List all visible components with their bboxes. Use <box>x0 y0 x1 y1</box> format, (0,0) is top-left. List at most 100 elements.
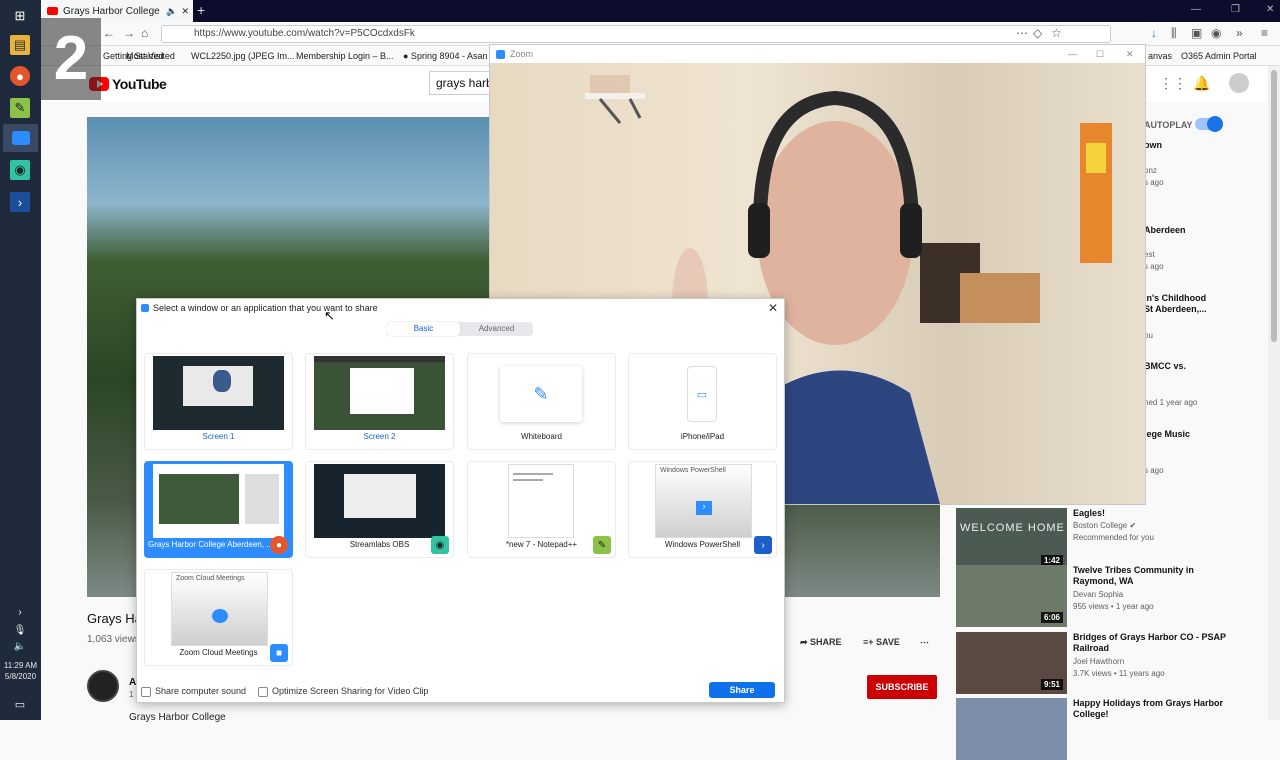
share-tile-whiteboard[interactable]: ✎ Whiteboard <box>467 353 616 450</box>
sidebar-title-fragment[interactable]: Aberdeen <box>1144 225 1186 235</box>
zoom-titlebar[interactable]: Zoom — ☐ ✕ <box>490 45 1145 63</box>
sidebar-icon[interactable]: ▣ <box>1191 26 1202 40</box>
sidebar-title-fragment[interactable]: in's Childhood <box>1144 293 1206 303</box>
downloads-icon[interactable]: ↓ <box>1151 26 1157 40</box>
autoplay-toggle[interactable] <box>1195 116 1223 132</box>
tab-close-icon[interactable]: ✕ <box>181 6 189 17</box>
close-icon[interactable]: ✕ <box>768 301 778 315</box>
more-actions-icon[interactable]: ⋯ <box>920 637 929 648</box>
notepad-plus-icon[interactable]: ✎ <box>10 98 30 118</box>
share-action[interactable]: ➦ SHARE <box>800 637 842 648</box>
pencil-icon: ✎ <box>500 366 582 422</box>
share-tile-screen-2[interactable]: Screen 2 <box>305 353 454 450</box>
windows-start-icon[interactable]: ⊞ <box>10 6 30 26</box>
account-icon[interactable]: ◉ <box>1211 26 1221 40</box>
optimize-video-label[interactable]: Optimize Screen Sharing for Video Clip <box>272 686 428 696</box>
recommendation-title[interactable]: Happy Holidays from Grays Harbor College… <box>1073 698 1233 720</box>
file-explorer-icon[interactable]: ▤ <box>10 35 30 55</box>
recommendation-channel[interactable]: Joel Hawthorn <box>1073 657 1124 666</box>
user-avatar[interactable] <box>1229 73 1249 93</box>
firefox-icon[interactable]: ● <box>10 66 30 86</box>
share-tile-notepad[interactable]: *new 7 - Notepad++ ✎ <box>467 461 616 558</box>
channel-name[interactable]: Grays Harbor College <box>129 712 226 723</box>
save-action[interactable]: ≡+ SAVE <box>863 637 900 647</box>
tile-label: Screen 2 <box>363 432 396 441</box>
bookmark-star-icon[interactable]: ☆ <box>1051 26 1062 40</box>
tab-advanced[interactable]: Advanced <box>460 322 533 336</box>
share-tile-zoom[interactable]: Zoom Cloud Meetings Zoom Cloud Meetings … <box>144 569 293 666</box>
close-window-icon[interactable]: ✕ <box>1266 4 1274 15</box>
maximize-icon[interactable]: ☐ <box>1096 45 1104 63</box>
scrollbar-thumb[interactable] <box>1271 70 1277 342</box>
recommendation-title[interactable]: Eagles! <box>1073 508 1233 519</box>
new-tab-button[interactable]: + <box>197 2 205 18</box>
share-tile-firefox-window[interactable]: Grays Harbor College Aberdeen, ... ● <box>144 461 293 558</box>
share-sound-checkbox[interactable] <box>141 687 151 697</box>
library-icon[interactable]: ⫼ <box>1171 26 1177 41</box>
streamlabs-icon[interactable]: ◉ <box>10 160 30 180</box>
page-actions-icon[interactable]: ⋯ <box>1016 26 1028 40</box>
bookmark-item[interactable]: ● Spring 8904 - Asan <box>403 51 488 61</box>
dialog-footer: Share computer sound Optimize Screen Sha… <box>137 681 784 703</box>
hamburger-menu-icon[interactable]: ≡ <box>1261 26 1268 40</box>
zoom-taskbar-icon[interactable] <box>3 124 38 152</box>
youtube-logo-text: YouTube <box>112 76 167 92</box>
recommendation-thumbnail[interactable]: 9:51 <box>956 632 1067 694</box>
share-sound-label[interactable]: Share computer sound <box>155 686 246 696</box>
recommendation-meta: 3.7K views • 11 years ago <box>1073 669 1165 678</box>
maximize-icon[interactable]: ❐ <box>1231 4 1240 15</box>
tab-audio-icon[interactable]: 🔈 <box>166 6 177 17</box>
minimize-icon[interactable]: — <box>1191 4 1201 15</box>
share-button[interactable]: Share <box>709 682 775 698</box>
bell-icon[interactable]: 🔔 <box>1193 75 1210 92</box>
recommendation-title[interactable]: Bridges of Grays Harbor CO - PSAP Railro… <box>1073 632 1233 654</box>
sidebar-title-fragment[interactable]: own <box>1144 140 1162 150</box>
recommendation-channel[interactable]: Devan Sophia <box>1073 590 1123 599</box>
video-views: 1,063 views <box>87 634 140 645</box>
window-preview: Windows PowerShell › <box>655 464 752 538</box>
minimize-icon[interactable]: — <box>1068 45 1077 63</box>
notifications-icon[interactable]: ▭ <box>10 694 30 714</box>
autoplay-label: AUTOPLAY <box>1144 120 1193 130</box>
recommendation-channel[interactable]: Boston College ✔ <box>1073 521 1136 530</box>
taskbar-clock[interactable]: 11:29 AM 5/8/2020 <box>0 660 41 682</box>
overflow-menu-icon[interactable]: » <box>1236 26 1243 40</box>
channel-avatar[interactable] <box>87 670 119 702</box>
bookmark-item[interactable]: O365 Admin Portal <box>1181 51 1257 61</box>
powershell-icon[interactable]: › <box>10 192 30 212</box>
recommendation-item[interactable]: Happy Holidays from Grays Harbor College… <box>956 698 1236 760</box>
recommendation-thumbnail[interactable]: WELCOME HOME 1:42 <box>956 508 1067 570</box>
subscribe-button[interactable]: SUBSCRIBE <box>867 675 937 699</box>
recommendation-thumbnail[interactable] <box>956 698 1067 760</box>
thumbnail-text: WELCOME HOME <box>960 522 1065 534</box>
bookmark-item[interactable]: Most Visited <box>126 51 175 61</box>
forward-icon[interactable]: → <box>123 26 135 40</box>
recommendation-item[interactable]: 9:51 Bridges of Grays Harbor CO - PSAP Ra… <box>956 632 1236 694</box>
sidebar-title-fragment[interactable]: lege Music <box>1144 429 1190 439</box>
recommendation-item[interactable]: WELCOME HOME 1:42 Eagles! Boston College ✔ R… <box>956 508 1236 570</box>
tab-basic[interactable]: Basic <box>387 322 460 336</box>
share-tile-streamlabs[interactable]: Streamlabs OBS ◉ <box>305 461 454 558</box>
bookmark-item[interactable]: anvas <box>1148 51 1172 61</box>
page-scrollbar[interactable] <box>1268 66 1280 720</box>
recommendation-title[interactable]: Twelve Tribes Community in Raymond, WA <box>1073 565 1233 587</box>
speaker-icon[interactable]: 🔈 <box>10 636 30 656</box>
url-bar[interactable]: https://www.youtube.com/watch?v=P5COcdxd… <box>161 25 1111 43</box>
chevron-up-icon[interactable]: › <box>10 602 30 622</box>
recommendation-thumbnail[interactable]: 6:06 <box>956 565 1067 627</box>
sidebar-title-fragment[interactable]: St Aberdeen,... <box>1144 304 1207 314</box>
close-icon[interactable]: ✕ <box>1126 45 1134 63</box>
share-screen-dialog: Select a window or an application that y… <box>136 298 785 703</box>
apps-grid-icon[interactable]: ⋮⋮ <box>1159 75 1187 92</box>
share-tile-iphone-ipad[interactable]: ▭ iPhone/iPad <box>628 353 777 450</box>
home-icon[interactable]: ⌂ <box>141 26 148 40</box>
recommendation-item[interactable]: 6:06 Twelve Tribes Community in Raymond, … <box>956 565 1236 627</box>
bookmark-item[interactable]: Membership Login – B... <box>296 51 394 61</box>
sidebar-title-fragment[interactable]: BMCC vs. <box>1144 361 1186 371</box>
optimize-video-checkbox[interactable] <box>258 687 268 697</box>
share-tile-powershell[interactable]: Windows PowerShell › Windows PowerShell … <box>628 461 777 558</box>
share-tile-screen-1[interactable]: Screen 1 <box>144 353 293 450</box>
pocket-icon[interactable]: ◇ <box>1033 26 1042 40</box>
back-icon[interactable]: ← <box>103 26 115 40</box>
bookmark-item[interactable]: WCL2250.jpg (JPEG Im... <box>191 51 295 61</box>
